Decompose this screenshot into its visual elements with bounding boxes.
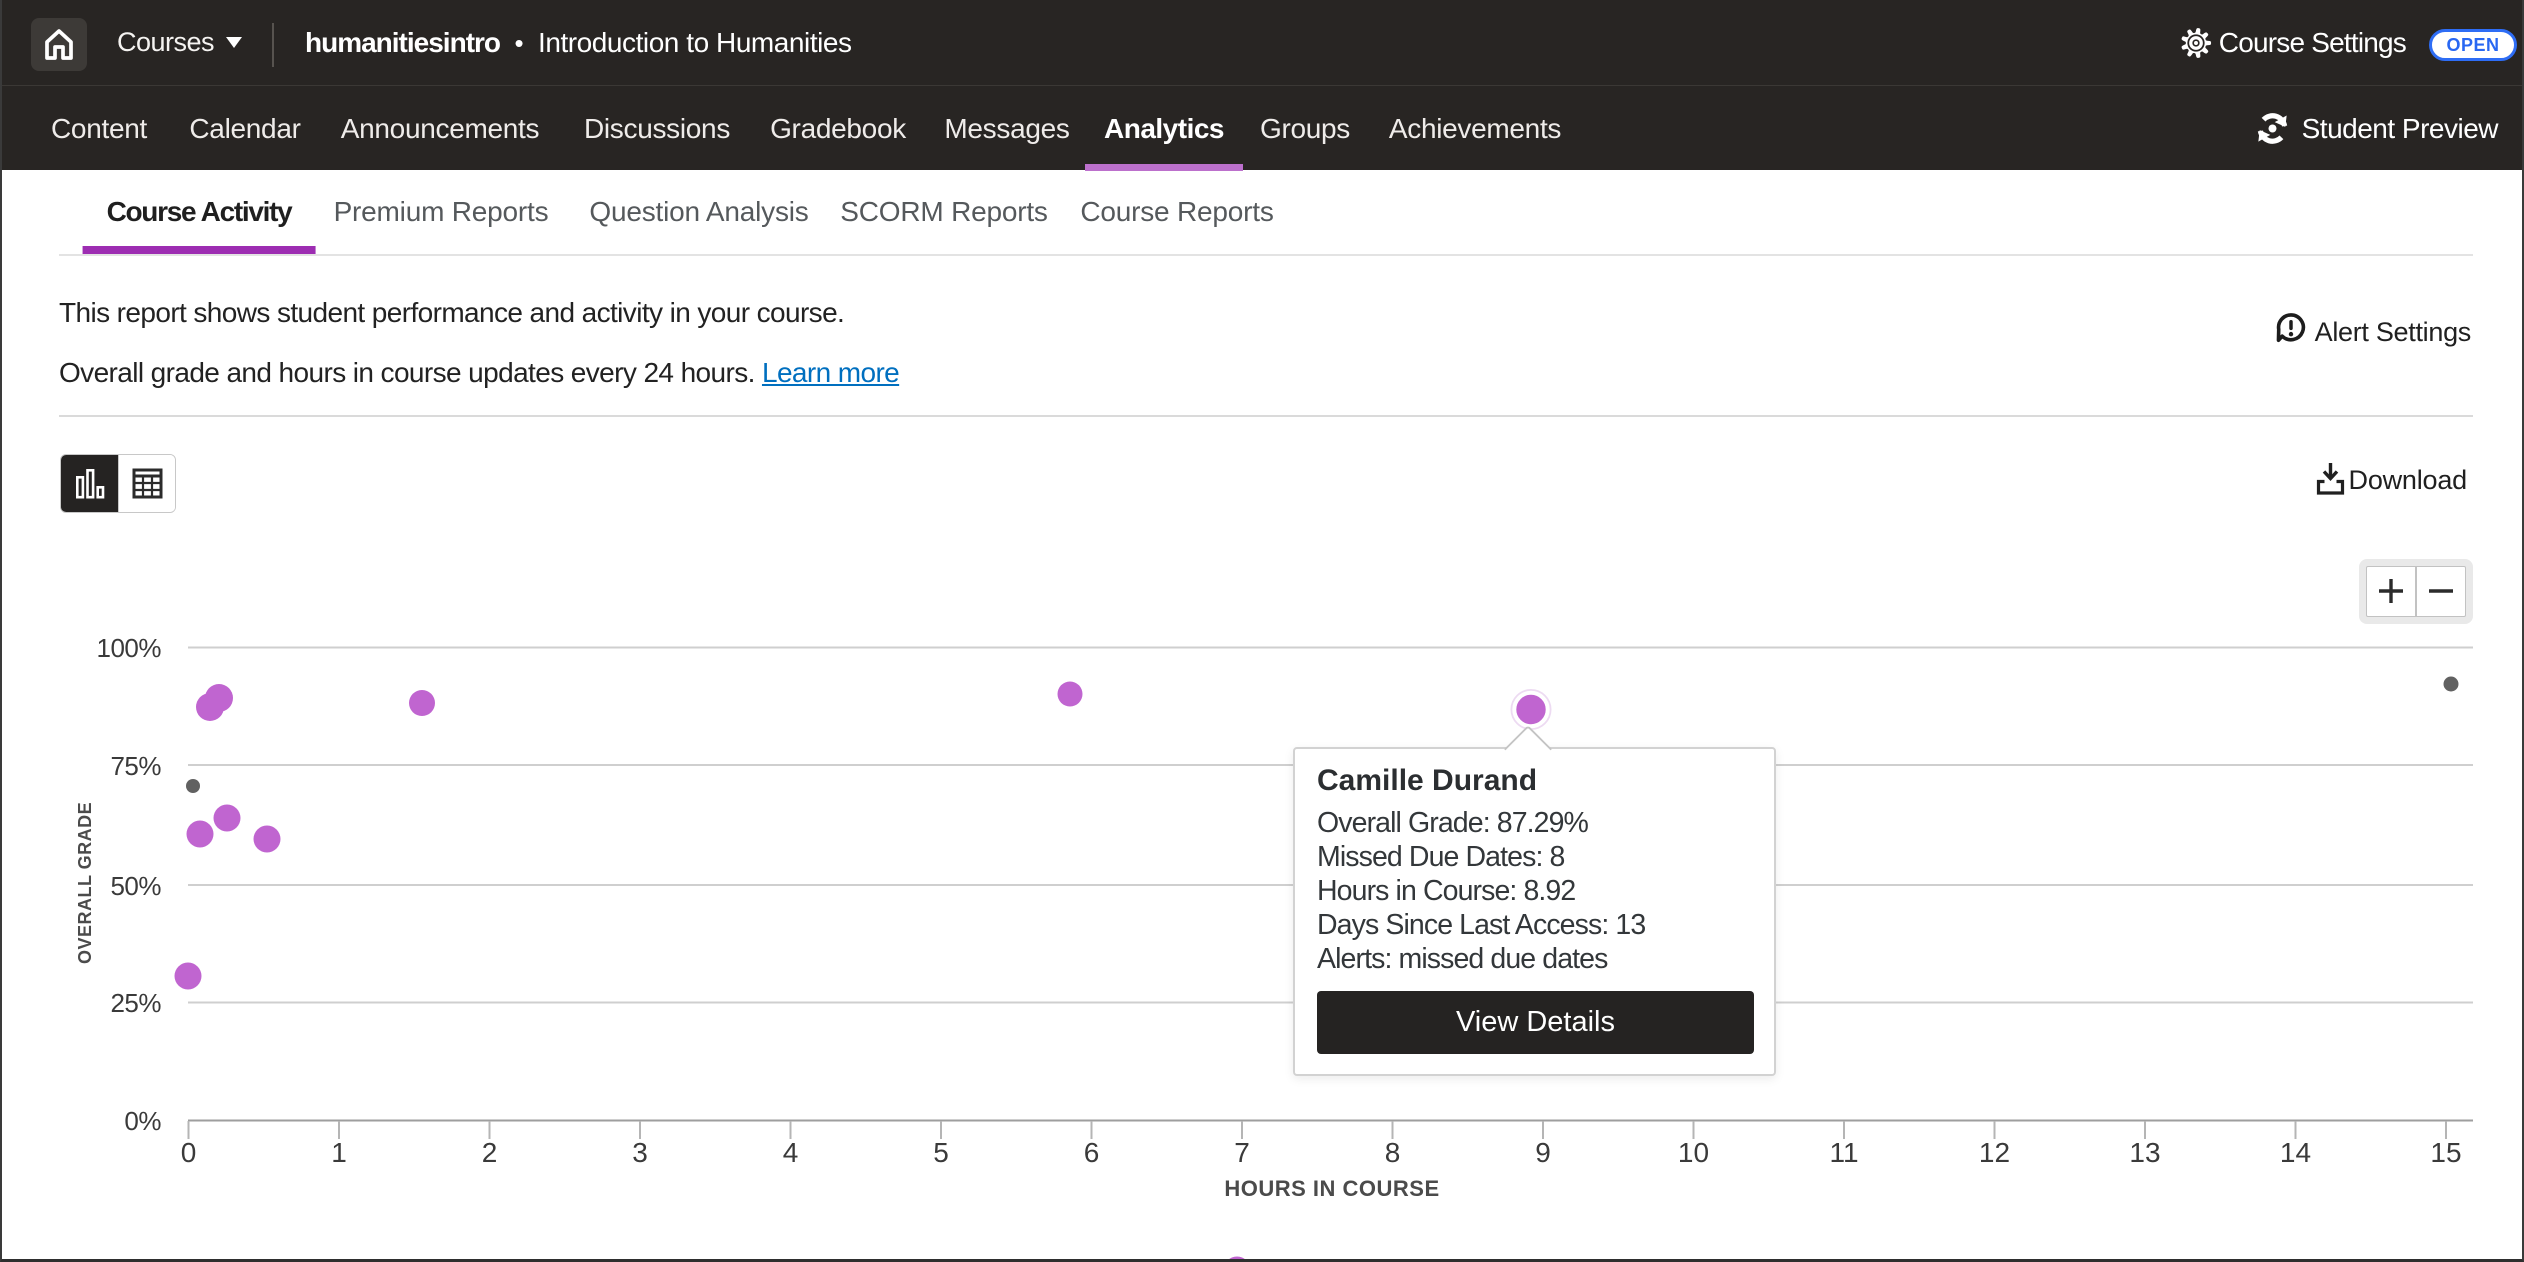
svg-text:11: 11 bbox=[1829, 1137, 1858, 1168]
svg-text:7: 7 bbox=[1234, 1137, 1250, 1168]
svg-text:100%: 100% bbox=[97, 633, 162, 663]
svg-text:13: 13 bbox=[2129, 1137, 2160, 1168]
svg-text:8: 8 bbox=[1385, 1137, 1401, 1168]
svg-text:2: 2 bbox=[482, 1137, 498, 1168]
svg-text:0%: 0% bbox=[124, 1106, 161, 1136]
svg-text:1: 1 bbox=[331, 1137, 347, 1168]
svg-text:14: 14 bbox=[2280, 1137, 2311, 1168]
svg-text:12: 12 bbox=[1979, 1137, 2010, 1168]
svg-text:10: 10 bbox=[1678, 1137, 1709, 1168]
svg-text:4: 4 bbox=[783, 1137, 799, 1168]
svg-text:5: 5 bbox=[933, 1137, 949, 1168]
svg-text:3: 3 bbox=[632, 1137, 648, 1168]
svg-text:9: 9 bbox=[1535, 1137, 1551, 1168]
svg-text:75%: 75% bbox=[110, 751, 161, 781]
svg-text:50%: 50% bbox=[110, 871, 161, 901]
svg-text:25%: 25% bbox=[110, 988, 161, 1018]
svg-text:0: 0 bbox=[181, 1137, 197, 1168]
svg-text:15: 15 bbox=[2430, 1137, 2461, 1168]
svg-text:6: 6 bbox=[1084, 1137, 1100, 1168]
